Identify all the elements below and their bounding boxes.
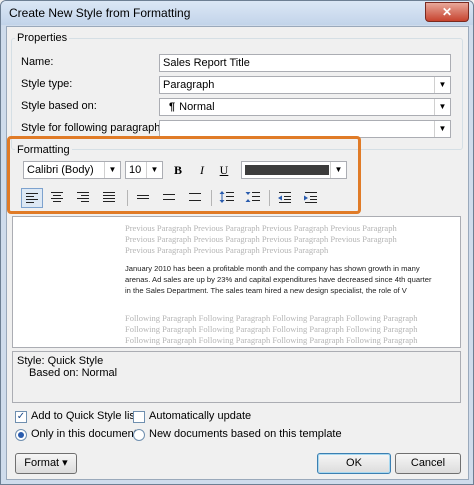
preview-sample-text: January 2010 has been a profitable month… [125, 264, 432, 295]
based-on-select[interactable]: ¶ Normal ▼ [159, 98, 451, 116]
based-on-label: Style based on: [21, 100, 97, 112]
chevron-down-icon[interactable]: ▼ [434, 99, 450, 115]
formatting-highlight [7, 136, 361, 214]
name-input-value: Sales Report Title [163, 57, 250, 69]
pilcrow-icon: ¶ [169, 101, 176, 113]
add-quick-style-label[interactable]: Add to Quick Style list [31, 410, 138, 422]
preview-previous-line: Previous Paragraph Previous Paragraph Pr… [125, 234, 397, 244]
close-button[interactable]: ✕ [425, 2, 469, 22]
auto-update-label[interactable]: Automatically update [149, 410, 251, 422]
preview-following-line: Following Paragraph Following Paragraph … [125, 313, 418, 323]
window-title: Create New Style from Formatting [9, 6, 191, 20]
chevron-down-icon[interactable]: ▼ [434, 121, 450, 137]
chevron-down-icon[interactable]: ▼ [434, 77, 450, 93]
add-quick-style-checkbox[interactable]: ✓ [15, 411, 27, 423]
ok-button[interactable]: OK [317, 453, 391, 474]
preview-previous-line: Previous Paragraph Previous Paragraph Pr… [125, 245, 329, 255]
dialog-window: Create New Style from Formatting ✕ Prope… [0, 0, 474, 485]
preview-following-line: Following Paragraph Following Paragraph … [125, 335, 418, 345]
style-description: Style: Quick Style Based on: Normal [12, 351, 461, 403]
cancel-button[interactable]: Cancel [395, 453, 461, 474]
title-bar: Create New Style from Formatting ✕ [1, 1, 473, 25]
style-type-select[interactable]: Paragraph ▼ [159, 76, 451, 94]
only-this-document-radio[interactable] [15, 429, 27, 441]
style-preview: Previous Paragraph Previous Paragraph Pr… [12, 216, 461, 348]
name-label: Name: [21, 56, 54, 68]
description-line: Based on: Normal [29, 367, 118, 379]
auto-update-checkbox[interactable] [133, 411, 145, 423]
dialog-body: Properties Name: Sales Report Title Styl… [6, 26, 469, 480]
description-line: Style: Quick Style [17, 355, 104, 367]
new-documents-radio[interactable] [133, 429, 145, 441]
properties-group-label: Properties [15, 32, 70, 44]
preview-following-line: Following Paragraph Following Paragraph … [125, 324, 418, 334]
following-label: Style for following paragraph: [21, 122, 164, 134]
style-type-label: Style type: [21, 78, 73, 90]
only-this-document-label[interactable]: Only in this document [31, 428, 137, 440]
style-type-value: Paragraph [163, 79, 215, 91]
name-input[interactable]: Sales Report Title [159, 54, 451, 72]
format-button[interactable]: Format ▾ [15, 453, 77, 474]
new-documents-label[interactable]: New documents based on this template [149, 428, 342, 440]
preview-previous-line: Previous Paragraph Previous Paragraph Pr… [125, 223, 397, 233]
based-on-value: Normal [179, 101, 215, 113]
